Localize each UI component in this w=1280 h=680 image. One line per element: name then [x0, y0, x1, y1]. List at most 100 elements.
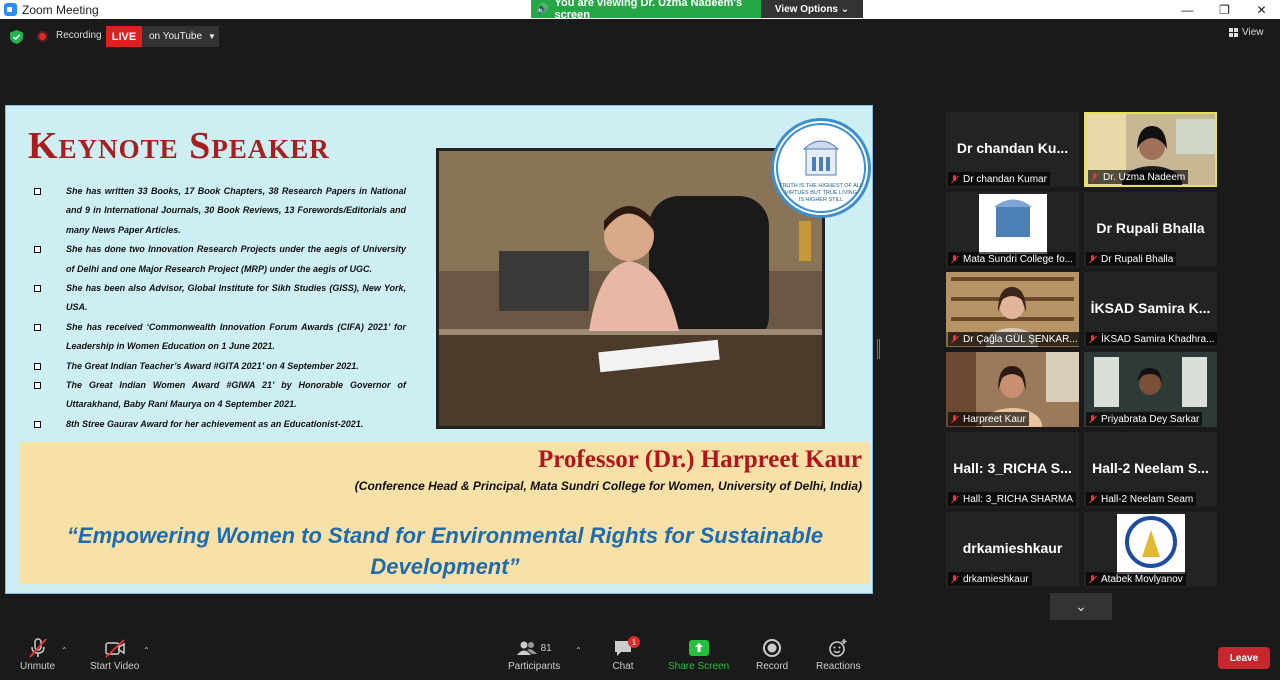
muted-mic-icon [950, 334, 959, 344]
grid-view-icon [1229, 28, 1238, 37]
participants-options-caret[interactable]: ⌃ [575, 646, 582, 655]
unmute-button[interactable]: Unmute [20, 638, 55, 672]
muted-mic-icon [1088, 254, 1097, 264]
recording-label[interactable]: Recording [56, 30, 102, 41]
participant-count: 81 [540, 642, 552, 654]
participant-display-name: Hall-2 Neelam S... [1092, 460, 1209, 476]
participant-tile[interactable]: Harpreet Kaur [946, 352, 1079, 427]
view-options-button[interactable]: View Options ⌄ [761, 0, 863, 18]
restore-icon[interactable]: ❐ [1206, 0, 1243, 19]
muted-mic-icon [950, 254, 959, 264]
participant-display-name: Hall: 3_RICHA S... [953, 460, 1072, 476]
participants-button[interactable]: 81 Participants [508, 638, 560, 672]
muted-mic-icon [950, 494, 959, 504]
participant-tile[interactable]: Hall: 3_RICHA S... Hall: 3_RICHA SHARMA [946, 432, 1079, 507]
participant-tile[interactable]: Dr chandan Ku... Dr chandan Kumar [946, 112, 1079, 187]
slide-bullet: She has been also Advisor, Global Instit… [34, 279, 406, 318]
participant-name: Dr. Uzma Nadeem [1103, 171, 1186, 183]
participant-display-name: Dr Rupali Bhalla [1096, 220, 1205, 236]
zoom-logo-icon [4, 3, 17, 16]
slide-bullet: She has received ‘Commonwealth Innovatio… [34, 318, 406, 357]
participant-name-label: Hall-2 Neelam Seam [1086, 492, 1197, 506]
participant-display-name: Dr chandan Ku... [956, 140, 1069, 156]
participant-name-label: Dr. Uzma Nadeem [1088, 170, 1189, 184]
chevron-down-icon: ⌄ [840, 3, 850, 15]
muted-mic-icon [1088, 494, 1097, 504]
participant-name-label: Dr Çağla GÜL ŞENKAR... [948, 332, 1079, 346]
audio-options-caret[interactable]: ⌃ [61, 646, 68, 655]
bullet-text: She has written 33 Books, 17 Book Chapte… [66, 186, 406, 235]
participant-name: İKSAD Samira Khadhra... [1101, 333, 1215, 345]
participants-label: Participants [508, 661, 561, 672]
participant-name: Dr Rupali Bhalla [1101, 253, 1174, 265]
speaker-photo-illustration [439, 151, 822, 426]
bullet-text: She has been also Advisor, Global Instit… [66, 283, 406, 313]
slide-bullet: She has done two Innovation Research Pro… [34, 240, 406, 279]
muted-mic-icon [950, 174, 959, 184]
college-emblem-icon: TRUTH IS THE HIGHEST OF ALL VIRTUES BUT … [776, 123, 866, 213]
encryption-shield-icon[interactable] [10, 30, 23, 44]
participant-name-label: Mata Sundri College fo... [948, 252, 1077, 266]
split-view-handle[interactable] [877, 339, 880, 359]
participant-name-label: drkamieshkaur [948, 572, 1032, 586]
muted-mic-icon [1090, 172, 1099, 182]
participant-tile[interactable]: İKSAD Samira K... İKSAD Samira Khadhra... [1084, 272, 1217, 347]
participant-name: Atabek Movlyanov [1101, 573, 1183, 585]
participant-name: Dr chandan Kumar [963, 173, 1047, 185]
slide-bullet-list: She has written 33 Books, 17 Book Chapte… [34, 182, 406, 434]
live-badge[interactable]: LIVE [106, 26, 142, 47]
start-video-button[interactable]: Start Video [90, 638, 139, 672]
muted-mic-icon [1088, 574, 1097, 584]
slide-bullet: She has written 33 Books, 17 Book Chapte… [34, 182, 406, 240]
participant-tile[interactable]: Dr Çağla GÜL ŞENKAR... [946, 272, 1079, 347]
chevron-down-icon: ⌄ [1075, 598, 1087, 614]
participant-tile[interactable]: Hall-2 Neelam S... Hall-2 Neelam Seam [1084, 432, 1217, 507]
video-options-caret[interactable]: ⌃ [143, 646, 150, 655]
bullet-icon [34, 323, 41, 331]
participant-tile[interactable]: Mata Sundri College fo... [946, 192, 1079, 267]
bullet-icon [34, 362, 41, 370]
participant-name-label: Atabek Movlyanov [1086, 572, 1186, 586]
gallery-next-page-button[interactable]: ⌄ [1050, 593, 1112, 620]
livestream-target-dropdown[interactable]: on YouTube ▼ [142, 26, 219, 47]
participant-tile[interactable]: drkamieshkaur drkamieshkaur [946, 512, 1079, 587]
muted-mic-icon [950, 414, 959, 424]
participants-icon [516, 641, 537, 655]
recording-icon[interactable] [37, 31, 48, 42]
record-button[interactable]: Record [756, 638, 788, 672]
video-off-icon [104, 639, 125, 658]
window-title: Zoom Meeting [22, 2, 99, 17]
participant-name-label: Hall: 3_RICHA SHARMA [948, 492, 1077, 506]
bullet-text: She has received ‘Commonwealth Innovatio… [66, 321, 406, 352]
leave-button[interactable]: Leave [1218, 647, 1270, 669]
participant-tile[interactable]: Dr Rupali Bhalla Dr Rupali Bhalla [1084, 192, 1217, 267]
participant-name: Priyabrata Dey Sarkar [1101, 413, 1200, 425]
participant-tile[interactable]: Dr. Uzma Nadeem [1084, 112, 1217, 187]
participant-tile[interactable]: Atabek Movlyanov [1084, 512, 1217, 587]
participant-display-name: İKSAD Samira K... [1090, 300, 1211, 316]
view-button[interactable]: View [1229, 27, 1264, 38]
talk-title: “Empowering Women to Stand for Environme… [66, 523, 824, 579]
view-options-label: View Options [774, 3, 838, 15]
muted-microphone-icon [28, 638, 47, 658]
close-icon[interactable]: ✕ [1243, 0, 1280, 19]
participant-display-name: drkamieshkaur [962, 540, 1063, 556]
slide-bullet: The Great Indian Teacher’s Award #GITA 2… [34, 357, 406, 376]
minimize-icon[interactable]: — [1169, 0, 1206, 19]
bullet-icon [34, 188, 41, 195]
reactions-button[interactable]: Reactions [816, 638, 860, 672]
participant-name-label: Dr chandan Kumar [948, 172, 1050, 186]
participant-name-label: Priyabrata Dey Sarkar [1086, 412, 1203, 426]
chat-button[interactable]: 1 Chat [612, 636, 640, 672]
bullet-text: She has done two Innovation Research Pro… [66, 244, 406, 274]
participant-name: Dr Çağla GÜL ŞENKAR... [963, 333, 1078, 345]
bullet-text: The Great Indian Teacher’s Award #GITA 2… [66, 360, 359, 371]
record-icon [763, 639, 782, 657]
slide-title: Keynote Speaker [28, 125, 330, 167]
bullet-text: The Great Indian Women Award #GIWA 21’ b… [66, 380, 406, 410]
speaker-icon: 🔊 [536, 3, 549, 15]
share-screen-button[interactable]: Share Screen [668, 638, 729, 672]
share-screen-label: Share Screen [668, 661, 730, 672]
participant-tile[interactable]: Priyabrata Dey Sarkar [1084, 352, 1217, 427]
reactions-smiley-icon [829, 639, 847, 657]
